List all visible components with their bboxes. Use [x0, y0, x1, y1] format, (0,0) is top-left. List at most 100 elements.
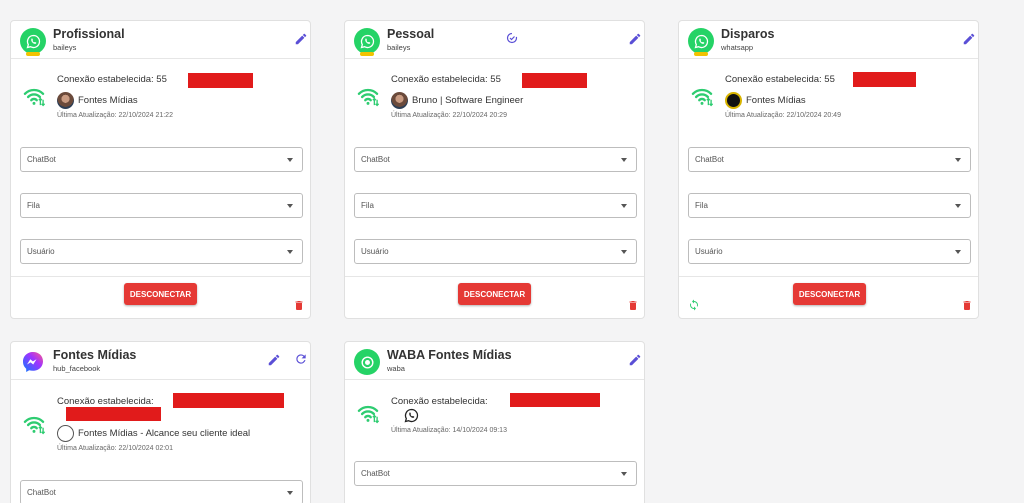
chevron-down-icon: [287, 158, 293, 162]
chatbot-select[interactable]: ChatBot: [354, 461, 637, 486]
connection-card-waba: WABA Fontes Mídias waba Conexão estabele…: [344, 341, 645, 503]
select-value: Fila: [361, 201, 374, 210]
card-header: Pessoal baileys: [345, 21, 644, 59]
usuario-select[interactable]: Usuário: [20, 239, 303, 264]
connection-card-pessoal: Pessoal baileys Conexão estabelecida: 55…: [344, 20, 645, 319]
card-footer: DESCONECTAR: [679, 276, 978, 318]
wifi-connected-icon: [357, 404, 379, 424]
card-subtitle: baileys: [53, 43, 77, 52]
select-value: Fila: [27, 201, 40, 210]
redacted-phone: [522, 73, 587, 88]
card-title: WABA Fontes Mídias: [387, 348, 512, 362]
last-updated: Última Atualização: 14/10/2024 09:13: [391, 427, 507, 434]
chatbot-select[interactable]: ChatBot: [20, 147, 303, 172]
card-title: Pessoal: [387, 27, 435, 41]
whatsapp-avatar: [20, 28, 46, 56]
chevron-down-icon: [955, 250, 961, 254]
wifi-connected-icon: [357, 87, 379, 107]
chatbot-select[interactable]: ChatBot: [354, 147, 637, 172]
connection-status: Conexão estabelecida: 55: [725, 74, 835, 85]
profile: Bruno | Software Engineer: [391, 92, 523, 109]
connection-status: Conexão estabelecida:: [57, 396, 154, 407]
profile-name: Fontes Mídias - Alcance seu cliente idea…: [78, 428, 251, 439]
fila-select[interactable]: Fila: [688, 193, 971, 218]
profile: Fontes Mídias - Alcance seu cliente idea…: [57, 425, 250, 442]
disconnect-button[interactable]: DESCONECTAR: [793, 283, 866, 305]
fila-select[interactable]: Fila: [20, 193, 303, 218]
profile: Fontes Mídias: [725, 92, 806, 109]
chevron-down-icon: [621, 204, 627, 208]
edit-icon[interactable]: [267, 353, 281, 367]
card-title: Fontes Mídias: [53, 348, 137, 362]
whatsapp-icon: [693, 33, 710, 50]
trash-icon[interactable]: [961, 299, 973, 312]
chevron-down-icon: [955, 158, 961, 162]
waba-avatar: [354, 349, 380, 375]
connection-status: Conexão estabelecida: 55: [57, 74, 167, 85]
whatsapp-icon: [359, 33, 376, 50]
card-footer: DESCONECTAR: [345, 276, 644, 318]
select-value: ChatBot: [361, 155, 390, 164]
redacted-id: [173, 393, 284, 408]
whatsapp-icon: [403, 407, 420, 424]
card-header: Fontes Mídias hub_facebook: [11, 342, 310, 380]
usuario-select[interactable]: Usuário: [354, 239, 637, 264]
disconnect-button[interactable]: DESCONECTAR: [124, 283, 197, 305]
connection-status: Conexão estabelecida: 55: [391, 74, 501, 85]
profile-name: Fontes Mídias: [746, 95, 806, 106]
waba-icon: [359, 354, 376, 371]
redacted-phone: [188, 73, 253, 88]
trash-icon[interactable]: [293, 299, 305, 312]
select-value: Usuário: [27, 247, 55, 256]
card-header: WABA Fontes Mídias waba: [345, 342, 644, 380]
usuario-select[interactable]: Usuário: [688, 239, 971, 264]
chevron-down-icon: [621, 250, 627, 254]
card-subtitle: whatsapp: [721, 43, 754, 52]
chatbot-select[interactable]: ChatBot: [20, 480, 303, 503]
edit-icon[interactable]: [628, 353, 642, 367]
profile-avatar: [57, 425, 74, 442]
whatsapp-icon: [25, 33, 42, 50]
chevron-down-icon: [287, 250, 293, 254]
card-header: Profissional baileys: [11, 21, 310, 59]
card-title: Disparos: [721, 27, 775, 41]
chevron-down-icon: [955, 204, 961, 208]
status-dot: [694, 52, 708, 56]
status-dot: [360, 52, 374, 56]
profile-name: Bruno | Software Engineer: [412, 95, 524, 106]
refresh-icon[interactable]: [294, 352, 308, 366]
connection-card-profissional: Profissional baileys Conexão estabelecid…: [10, 20, 311, 319]
select-value: Usuário: [361, 247, 389, 256]
wifi-connected-icon: [691, 87, 713, 107]
profile-avatar: [391, 92, 408, 109]
chevron-down-icon: [621, 158, 627, 162]
card-subtitle: baileys: [387, 43, 411, 52]
wifi-connected-icon: [23, 87, 45, 107]
wifi-connected-icon: [23, 415, 45, 435]
chevron-down-icon: [621, 472, 627, 476]
select-value: ChatBot: [361, 469, 390, 478]
edit-icon[interactable]: [294, 32, 308, 46]
chatbot-select[interactable]: ChatBot: [688, 147, 971, 172]
connection-card-disparos: Disparos whatsapp Conexão estabelecida: …: [678, 20, 979, 319]
profile-avatar: [57, 92, 74, 109]
edit-icon[interactable]: [628, 32, 642, 46]
whatsapp-avatar: [354, 28, 380, 56]
profile-avatar: [725, 92, 742, 109]
profile: Fontes Mídias: [57, 92, 138, 109]
edit-icon[interactable]: [962, 32, 976, 46]
sync-icon[interactable]: [688, 299, 700, 311]
profile-name: Fontes Mídias: [78, 95, 138, 106]
last-updated: Última Atualização: 22/10/2024 20:29: [391, 112, 507, 119]
disconnect-button[interactable]: DESCONECTAR: [458, 283, 531, 305]
connection-card-facebook: Fontes Mídias hub_facebook Conexão estab…: [10, 341, 311, 503]
fila-select[interactable]: Fila: [354, 193, 637, 218]
last-updated: Última Atualização: 22/10/2024 02:01: [57, 445, 173, 452]
redacted-id-line2: [66, 407, 161, 421]
chevron-down-icon: [287, 204, 293, 208]
status-dot: [26, 52, 40, 56]
card-title: Profissional: [53, 27, 125, 41]
select-value: ChatBot: [27, 488, 56, 497]
last-updated: Última Atualização: 22/10/2024 20:49: [725, 112, 841, 119]
trash-icon[interactable]: [627, 299, 639, 312]
